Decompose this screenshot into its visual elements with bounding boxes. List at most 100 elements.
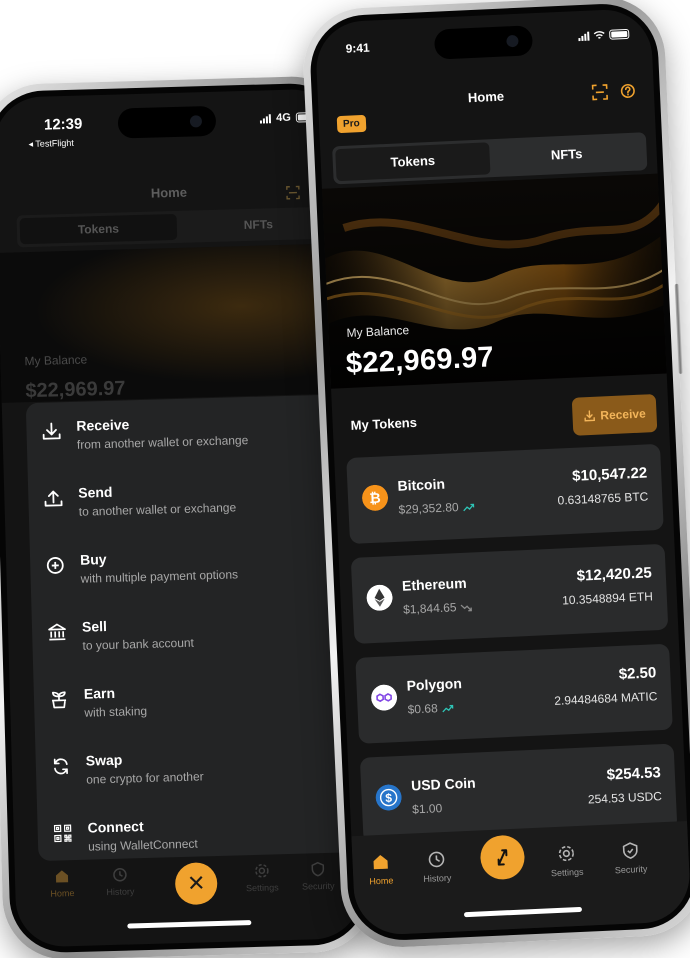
action-menu: Receive from another wallet or exchange … (25, 394, 361, 862)
gear-icon (558, 845, 574, 862)
balance-hero: My Balance $22,969.97 (0, 243, 348, 403)
left-screen: 12:39 ◂ TestFlight 4G Home Tokens NFTs M… (0, 88, 363, 948)
token-name: Bitcoin (397, 475, 446, 494)
ethereum-icon (366, 584, 393, 611)
token-value: $254.53 (606, 764, 662, 784)
wifi-icon (593, 31, 605, 39)
menu-item-earn[interactable]: Earn with staking (34, 676, 358, 752)
menu-item-desc: with staking (84, 703, 148, 720)
upload-icon (44, 490, 63, 507)
power-button (674, 283, 683, 374)
tab-tokens[interactable]: Tokens (335, 142, 491, 182)
scan-icon[interactable] (286, 185, 300, 200)
right-phone-frame: 9:41 Pro Home Tokens NFTs My Balance $22… (300, 0, 690, 950)
status-time: 12:39 (43, 115, 83, 134)
trend-up-icon (442, 704, 454, 713)
network-type: 4G (276, 111, 292, 125)
tabbar-label: History (423, 872, 452, 885)
bank-icon (48, 623, 66, 641)
tab-tokens[interactable]: Tokens (19, 213, 178, 245)
home-icon (373, 854, 388, 870)
shield-icon (311, 861, 325, 877)
plant-icon (51, 691, 67, 709)
tabbar-security[interactable]: Security (602, 840, 659, 876)
signal-icon (578, 31, 590, 42)
scan-icon[interactable] (591, 84, 609, 101)
tabbar-home[interactable]: Home (352, 852, 409, 888)
swap-button[interactable] (479, 834, 526, 881)
token-row-bitcoin[interactable]: ₿ Bitcoin $29,352.80 $10,547.22 0.631487… (346, 443, 664, 545)
clock-icon (113, 868, 127, 882)
menu-item-desc: to another wallet or exchange (78, 500, 237, 519)
token-amount: 10.3548894 ETH (561, 589, 654, 608)
tabbar-label: Settings (245, 882, 279, 894)
tabbar-settings[interactable]: Settings (237, 862, 288, 893)
receive-label: Receive (600, 406, 646, 423)
support-icon[interactable] (619, 83, 636, 100)
download-icon (584, 410, 595, 422)
balance-value: $22,969.97 (25, 377, 126, 403)
menu-item-send[interactable]: Send to another wallet or exchange (28, 475, 352, 551)
section-heading: My Tokens (350, 414, 418, 433)
token-row-polygon[interactable]: Polygon $0.68 $2.50 2.94484684 MATIC (355, 643, 673, 744)
tabbar-label: History (106, 886, 135, 898)
right-screen: 9:41 Pro Home Tokens NFTs My Balance $22… (314, 7, 690, 937)
balance-value: $22,969.97 (345, 341, 495, 380)
tab-bar: Home History Settings Security (351, 821, 690, 937)
polygon-icon (371, 684, 398, 711)
download-icon (42, 422, 61, 440)
token-price: $29,352.80 (398, 500, 459, 517)
tabbar-settings[interactable]: Settings (538, 843, 595, 879)
swap-arrows-icon (497, 849, 508, 866)
gear-icon (255, 864, 269, 878)
token-price: $1.00 (411, 801, 443, 817)
svg-text:₿: ₿ (369, 490, 381, 507)
tabbar-label: Home (369, 875, 394, 887)
tabbar-home[interactable]: Home (37, 868, 88, 899)
menu-item-desc: with multiple payment options (80, 567, 239, 586)
token-value: $12,420.25 (576, 564, 653, 585)
menu-item-swap[interactable]: Swap one crypto for another (35, 743, 359, 819)
trend-down-icon (460, 604, 473, 612)
token-row-ethereum[interactable]: Ethereum $1,844.65 $12,420.25 10.3548894… (350, 543, 669, 644)
swap-icon (53, 758, 68, 775)
balance-label: My Balance (24, 352, 88, 369)
tabbar-history[interactable]: History (95, 866, 146, 897)
tabbar-history[interactable]: History (408, 849, 465, 885)
home-indicator (127, 920, 252, 929)
signal-icon (260, 113, 272, 124)
tabbar-security[interactable]: Security (293, 861, 344, 892)
menu-item-buy[interactable]: Buy with multiple payment options (30, 542, 354, 618)
bitcoin-icon: ₿ (362, 484, 389, 511)
balance-label: My Balance (346, 323, 410, 340)
token-value: $10,547.22 (571, 464, 648, 485)
receive-button[interactable]: Receive (571, 393, 658, 436)
menu-item-desc: from another wallet or exchange (76, 433, 249, 452)
menu-item-desc: one crypto for another (86, 769, 204, 787)
menu-item-sell[interactable]: Sell to your bank account (32, 609, 356, 685)
shield-icon (622, 842, 638, 859)
tokens-section-header: My Tokens Receive (350, 393, 658, 448)
tab-nfts[interactable]: NFTs (489, 135, 644, 174)
token-name: Polygon (406, 675, 463, 694)
pro-badge[interactable]: Pro (336, 114, 367, 134)
back-to-app[interactable]: ◂ TestFlight (28, 138, 74, 150)
plus-circle-icon (46, 557, 64, 574)
balance-hero: My Balance $22,969.97 (321, 173, 667, 389)
clock-icon (428, 851, 445, 868)
home-icon (55, 870, 69, 883)
token-amount: 2.94484684 MATIC (553, 689, 658, 708)
status-time: 9:41 (345, 40, 370, 56)
token-name: Ethereum (401, 574, 467, 594)
tab-switcher: Tokens NFTs (16, 206, 338, 248)
menu-item-receive[interactable]: Receive from another wallet or exchange (26, 408, 350, 484)
tabbar-label: Security (614, 863, 648, 876)
token-price: $0.68 (407, 701, 438, 717)
tabbar-label: Home (50, 888, 75, 899)
token-price: $1,844.65 (402, 600, 457, 617)
token-name: USD Coin (410, 774, 476, 794)
qr-icon (53, 824, 72, 843)
usdc-icon: $ (375, 784, 402, 811)
tabbar-label: Settings (550, 866, 584, 879)
menu-item-desc: to your bank account (82, 635, 195, 653)
